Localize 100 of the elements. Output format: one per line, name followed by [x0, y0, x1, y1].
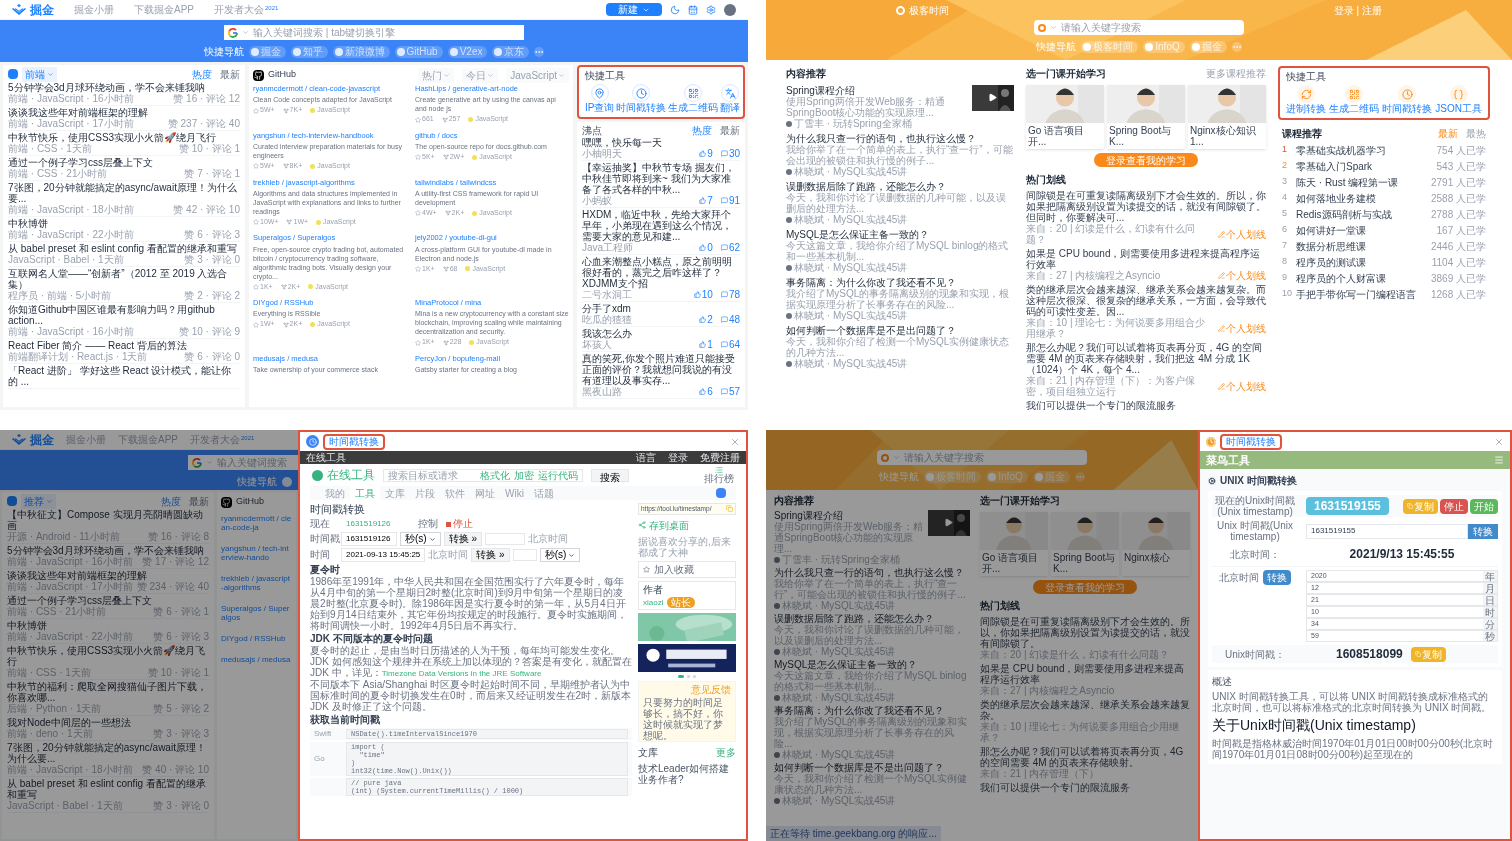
tool-item[interactable]: JSON工具	[1435, 85, 1482, 115]
highlight-text[interactable]: 如果是 CPU bound，则需要使用多进程来提高程序运行效率	[1026, 248, 1266, 270]
course-title[interactable]: 手把手带你写一门编程语言	[1296, 286, 1416, 302]
nav-link[interactable]: 掘金小册	[74, 2, 114, 17]
course-title[interactable]: 程序员的个人财富课	[1296, 270, 1386, 286]
course-title[interactable]: 程序员的测试课	[1296, 254, 1366, 270]
sort-tab[interactable]: 最新	[189, 493, 209, 509]
course-card[interactable]: Nginx核心	[1122, 512, 1190, 576]
nav-tab[interactable]: 话题	[528, 485, 559, 501]
close-icon[interactable]	[1494, 436, 1504, 447]
highlight-text[interactable]: 类的继承层次会越来越深、继承关系会越来越复杂。而这种层次很深、很复杂的继承关系，一方面，会导致代码的可读性变差。因...	[1026, 284, 1266, 317]
article-title[interactable]: 从 babel preset 和 eslint config 看配置的继承和重写	[8, 243, 240, 254]
pin-text[interactable]: 我该怎么办	[582, 328, 740, 339]
pin-text[interactable]: HXDM，临近中秋，先给大家拜个早年，小弟现在遇到这么个情况，需要大家的意见和建...	[582, 209, 740, 242]
article-title[interactable]: 误删数据后除了跑路，还能怎么办？	[774, 613, 970, 624]
highlight-text[interactable]: 那怎么办呢？我们可以试着将页表再分页，4G 的空间需要 4M 的页表来存储映射，我们把这 4M 分成 1K（1024）个 4K，每个 4...	[1026, 342, 1266, 375]
pin-text[interactable]: 嘿嘿，快乐每一天	[582, 137, 740, 148]
course-title[interactable]: Redis源码剖析与实战	[1296, 206, 1392, 222]
calendar-icon[interactable]	[688, 4, 698, 15]
repo-name[interactable]: medusajs / medusa	[221, 655, 292, 664]
article-title[interactable]: Spring课程介绍	[774, 510, 924, 521]
filter-select[interactable]: JavaScript	[506, 67, 569, 83]
nav-link[interactable]: 开发者大会$^{2021}$	[214, 2, 279, 17]
article-title[interactable]: 中秋节快乐，使用CSS3实现小火箭🚀绕月飞行	[8, 132, 240, 143]
article-title[interactable]: 谈谈我这些年对前端框架的理解	[8, 107, 240, 118]
more-icon[interactable]	[534, 46, 545, 57]
article-title[interactable]: Spring课程介绍	[786, 85, 968, 96]
share-icon[interactable]	[638, 521, 646, 530]
article-title[interactable]: 我对Node中间层的一些想法	[7, 717, 209, 728]
unit-select[interactable]: 秒(s)	[400, 532, 441, 546]
pin-text[interactable]: 真的笑死,你发个照片难道只能接受正面的评价？我就想问我说的有没有道理以及事实存...	[582, 353, 740, 386]
nav-link[interactable]: 下载掘金APP	[134, 2, 194, 17]
timestamp-input[interactable]: 1631519155	[1306, 523, 1468, 539]
repo-name[interactable]: trekhleb / javascript-algorithms	[221, 574, 292, 592]
quick-nav-chip[interactable]: 京东	[492, 45, 530, 58]
article-title[interactable]: 【中秋征文】Compose 实现月亮阴晴圆缺动画	[7, 509, 209, 531]
course-title[interactable]: 陈天 · Rust 编程第一课	[1296, 174, 1399, 190]
play-icon[interactable]	[988, 93, 997, 102]
close-icon[interactable]	[730, 436, 740, 447]
search-shortcut[interactable]: 加密	[514, 467, 534, 483]
nav-tab[interactable]: 软件	[440, 485, 470, 501]
article-title[interactable]: 7张图，20分钟就能搞定的async/await原理！为什么要...	[7, 742, 209, 764]
course-title[interactable]: 零基础入门Spark	[1296, 158, 1373, 174]
article-title[interactable]: 通过一个例子学习css层叠上下文	[7, 595, 209, 606]
search-shortcut[interactable]: 运行代码	[538, 467, 578, 483]
quick-nav-chip[interactable]: 新浪微博	[332, 45, 390, 58]
article-title[interactable]: 「React 进阶」 学好这些 React 设计模式，能让你的 ...	[8, 365, 240, 387]
chat-icon[interactable]	[716, 488, 726, 498]
sort-tab[interactable]: 热度	[692, 122, 712, 138]
article-title[interactable]: 从 babel preset 和 eslint config 看配置的继承和重写	[7, 778, 209, 800]
play-icon[interactable]	[944, 518, 953, 527]
article-title[interactable]: 误删数据后除了跑路，还能怎么办？	[786, 181, 1014, 192]
sort-tab[interactable]: 热度	[192, 66, 212, 82]
tool-item[interactable]: 进制转换	[1286, 85, 1326, 115]
category-select[interactable]: 前端	[22, 66, 57, 82]
repo-name[interactable]: yangshun / tech-interview-hando	[221, 544, 292, 562]
stop-button[interactable]: 停止	[446, 518, 473, 530]
article-title[interactable]: 如何判断一个数据库是不是出问题了？	[786, 325, 1014, 336]
tool-item[interactable]: 生成二维码	[668, 84, 719, 114]
search-field[interactable]: 请输入关键字搜索	[1034, 20, 1244, 35]
course-card[interactable]: Go 语言项目开...	[980, 512, 1048, 576]
highlight-text[interactable]: 间隙锁是在可重复读隔离级别下才会生效的。所以，你如果把隔离级别设置为读提交的话，就没有间隙锁了。但同时，你要解决可...	[1026, 190, 1266, 223]
timestamp-input[interactable]: 1631519126	[341, 532, 397, 546]
article-title[interactable]: 谈谈我这些年对前端框架的理解	[7, 570, 209, 581]
category-select[interactable]: 推荐	[21, 493, 56, 509]
course-title[interactable]: 如何落地业务建模	[1296, 190, 1376, 206]
tool-item[interactable]: IP查询	[585, 84, 615, 114]
convert-button[interactable]: 转换 »	[443, 532, 482, 546]
tool-item[interactable]: 时间戳转换	[1382, 85, 1433, 115]
time-input[interactable]: 2021-09-13 15:45:25	[341, 548, 426, 562]
pin-text[interactable]: 心血来潮整点小糕点，原之前明明很好看的，蒸完之后咋这样了？XDJMM支个招	[582, 256, 740, 289]
article-title[interactable]: MySQL是怎么保证主备一致的？	[774, 659, 970, 670]
article-title[interactable]: 7张图，20分钟就能搞定的async/await原理！为什么要...	[8, 182, 240, 204]
more-link[interactable]: 更多课程推荐	[1206, 66, 1266, 81]
note-link[interactable]: 个人划线	[1218, 270, 1266, 281]
repo-name[interactable]: ryanmcdermott / clean-code-ja	[221, 514, 292, 532]
nav-tab[interactable]: 文库	[380, 485, 410, 501]
search-field[interactable]: 输入关键词搜索 | tab键切换引擎	[224, 25, 524, 40]
course-title[interactable]: 零基础实战机器学习	[1296, 142, 1386, 158]
article-title[interactable]: 如何判断一个数据库是不是出问题了？	[774, 762, 970, 773]
pin-text[interactable]: 【幸运抽奖】中秋节专场 掘友们，中秋佳节即将到来~ 我们为大家准备了各式各样的中秋...	[582, 162, 740, 195]
article-title[interactable]: 中秋博饼	[8, 218, 240, 229]
site-link[interactable]: 登录	[668, 450, 688, 465]
article-title[interactable]: 中秋节的福利：爬取全网搜猫仙子图片下载，你喜欢哪...	[7, 681, 209, 703]
note-link[interactable]: 个人划线	[1218, 228, 1266, 240]
article-title[interactable]: 事务隔离：为什么你改了我还看不见？	[786, 277, 1014, 288]
avatar[interactable]	[724, 3, 736, 16]
article-title[interactable]: 中秋节快乐，使用CSS3实现小火箭🚀绕月飞行	[7, 645, 209, 667]
course-title[interactable]: 数据分析思维课	[1296, 238, 1366, 254]
article-title[interactable]: 为什么我只查一行的语句，也执行这么慢？	[786, 133, 1014, 144]
more-icon[interactable]	[1074, 471, 1085, 482]
article-title[interactable]: 中秋博饼	[7, 620, 209, 631]
quick-nav-chip[interactable]: 知乎	[290, 45, 328, 58]
action-button[interactable]: 停止	[1440, 498, 1468, 514]
library-item[interactable]: 技术Leader如何搭建业务作者?	[638, 762, 736, 785]
site-link[interactable]: 语言	[636, 450, 656, 465]
search-shortcut[interactable]: 格式化	[480, 467, 510, 483]
course-card[interactable]: Spring Boot与K...	[1107, 85, 1185, 149]
course-title[interactable]: 如何讲好一堂课	[1296, 222, 1366, 238]
more-icon[interactable]	[1231, 41, 1242, 52]
